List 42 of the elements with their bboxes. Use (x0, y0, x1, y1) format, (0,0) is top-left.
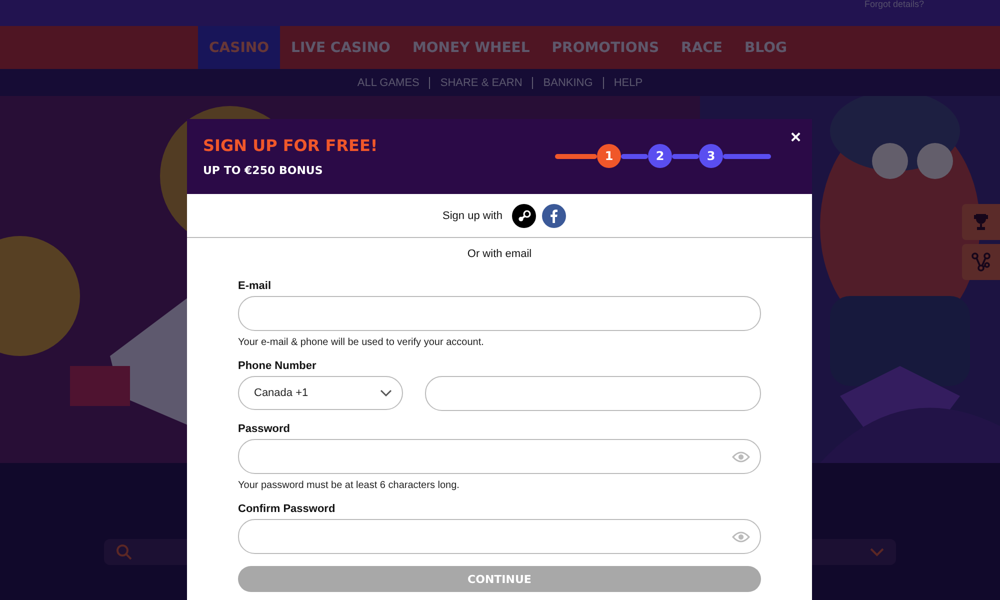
nav-tab[interactable]: LIVE CASINO (280, 26, 402, 69)
eye-icon (732, 450, 750, 462)
facebook-icon (550, 208, 558, 222)
nodes-icon (971, 252, 991, 272)
phone-input-field[interactable] (425, 376, 761, 411)
step-indicator: 2 (648, 144, 672, 168)
chevron-down-icon (870, 547, 884, 557)
field-label: Confirm Password (238, 503, 336, 515)
field-hint: Your e-mail & phone will be used to verify your account. (238, 337, 485, 348)
steam-login-button[interactable] (512, 204, 536, 228)
dialog-title: SIGN UP FOR FREE! (203, 136, 378, 155)
or-with-email-text: Or with email (466, 248, 533, 260)
password-input-field[interactable] (238, 519, 761, 554)
sub-nav-link[interactable]: SHARE & EARN (429, 76, 532, 88)
step-indicator: 3 (699, 144, 723, 168)
sub-nav-link[interactable]: ALL GAMES (347, 76, 430, 88)
step-indicator: 1 (597, 144, 621, 168)
nav-tab[interactable]: RACE (670, 26, 734, 69)
search-icon (116, 544, 132, 560)
bonus-subtitle: UP TO €250 BONUS (203, 164, 324, 177)
email-input-field[interactable] (238, 296, 761, 331)
field-hint: Your password must be at least 6 characters long. (238, 480, 460, 491)
steam-icon (517, 210, 532, 222)
country-code-select[interactable]: Canada +1 (238, 376, 403, 410)
chevron-down-icon (380, 389, 392, 397)
network-button[interactable] (962, 244, 1000, 280)
sign-up-with-label: Sign up with (442, 210, 502, 222)
nav-tab[interactable]: CASINO (198, 26, 280, 69)
nav-tab[interactable]: BLOG (734, 26, 798, 69)
nav-tab[interactable]: MONEY WHEEL (401, 26, 541, 69)
facebook-login-button[interactable] (542, 204, 566, 228)
eye-icon (732, 530, 750, 542)
sub-nav-link[interactable]: HELP (602, 76, 653, 88)
trophy-button[interactable] (962, 204, 1000, 240)
nav-tab[interactable]: PROMOTIONS (540, 26, 670, 69)
close-button[interactable]: × (788, 128, 803, 146)
trophy-icon (972, 213, 990, 231)
field-label: E-mail (238, 280, 272, 292)
sub-nav-link[interactable]: BANKING (532, 76, 603, 88)
field-label: Phone Number (238, 360, 318, 372)
password-input-field[interactable] (238, 439, 761, 474)
field-label: Password (238, 423, 291, 435)
